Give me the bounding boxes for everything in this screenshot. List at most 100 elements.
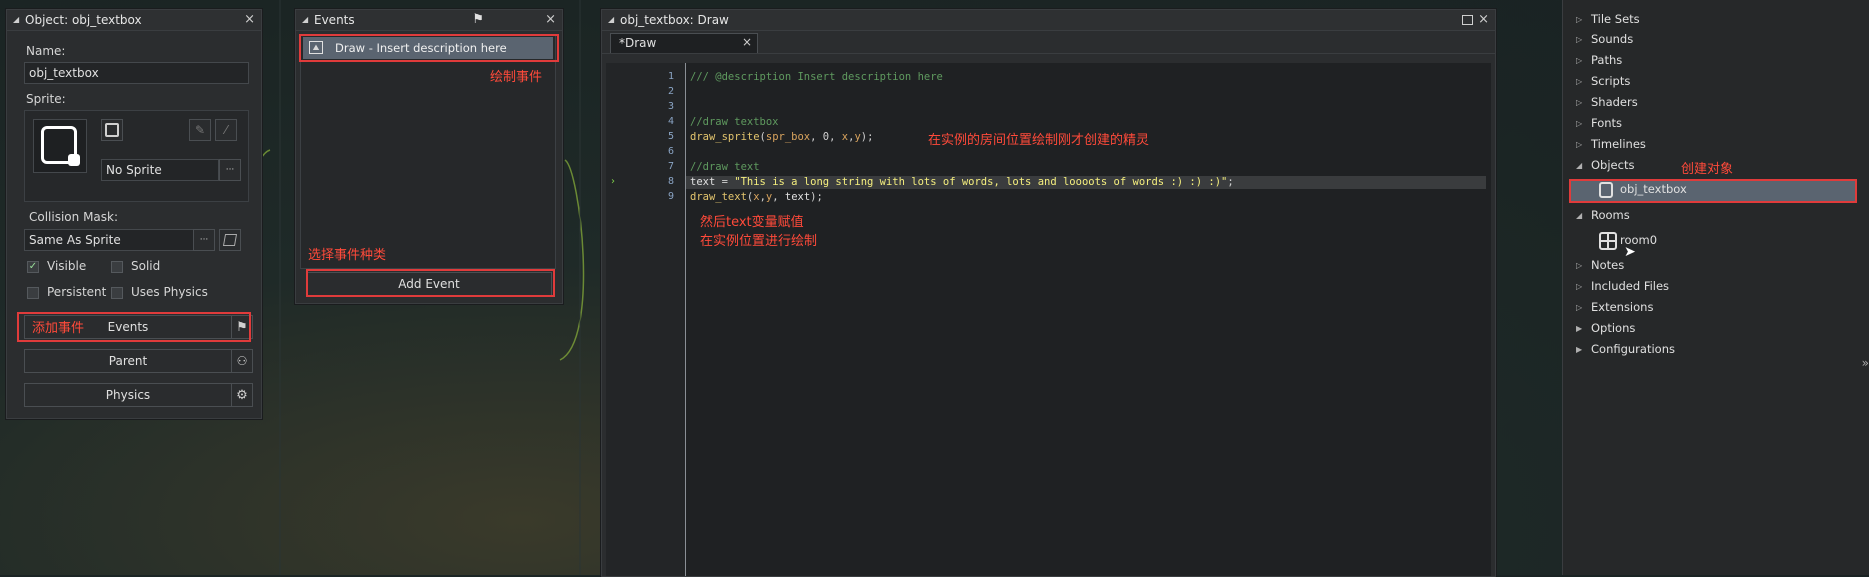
events-flag-title-icon[interactable]: ⚑ (472, 10, 484, 30)
brush-icon[interactable]: ⁄ (215, 119, 237, 141)
tree-expand-icon[interactable]: ◢ (1576, 211, 1582, 220)
line-number: 3 (667, 101, 674, 112)
events-panel-title: Events (314, 13, 355, 27)
code-area[interactable]: › 123456789 /// @description Insert desc… (606, 63, 1491, 576)
tree-expand-icon[interactable]: ▷ (1576, 77, 1582, 86)
code-line[interactable]: //draw text (690, 161, 760, 174)
tree-item-scripts[interactable]: Scripts (1591, 74, 1630, 88)
uses-physics-checkbox[interactable] (111, 287, 123, 299)
collision-edit-icon[interactable] (219, 229, 241, 251)
cursor-icon: ➤ (1624, 244, 1636, 260)
tree-item-sounds[interactable]: Sounds (1591, 32, 1633, 46)
code-token: text (690, 176, 716, 188)
tree-item-fonts[interactable]: Fonts (1591, 116, 1622, 130)
persistent-checkbox[interactable] (27, 287, 39, 299)
draw-event-annotation: 绘制事件 (490, 70, 543, 85)
code-token: , (772, 191, 785, 203)
collision-browse-button[interactable]: ··· (193, 229, 215, 251)
code-token: draw_sprite (690, 131, 760, 143)
parent-button[interactable]: Parent (24, 349, 232, 373)
tree-expand-icon[interactable]: ▶ (1576, 345, 1582, 354)
sprite-group: ✎ ⁄ No Sprite ··· (24, 110, 249, 202)
edit-sprite-icon[interactable]: ✎ (189, 119, 211, 141)
tab-draw-label: *Draw (619, 36, 657, 50)
tree-item-timelines[interactable]: Timelines (1591, 137, 1646, 151)
line-number: 9 (667, 191, 674, 202)
tree-expand-icon[interactable]: ▷ (1576, 15, 1582, 24)
code-token: ); (810, 191, 823, 203)
events-panel-titlebar[interactable]: ◢ Events ⚑ × (296, 10, 562, 31)
uses-physics-label: Uses Physics (131, 285, 208, 299)
visible-label: Visible (47, 259, 87, 273)
line-number: 2 (667, 86, 674, 97)
code-line[interactable]: draw_text(x,y, text); (690, 191, 823, 204)
room-grid-icon (1599, 232, 1617, 250)
code-line[interactable]: text = "This is a long string with lots … (690, 176, 1234, 189)
tree-expand-icon[interactable]: ◢ (1576, 161, 1582, 170)
tab-close-icon[interactable]: × (742, 35, 752, 49)
tab-draw[interactable]: *Draw × (610, 33, 758, 53)
tree-item-objects[interactable]: Objects (1591, 158, 1634, 172)
new-sprite-icon[interactable] (101, 119, 123, 141)
tree-expand-icon[interactable]: ▷ (1576, 282, 1582, 291)
close-icon[interactable]: × (244, 10, 255, 30)
solid-label: Solid (131, 259, 161, 273)
object-panel-title: Object: obj_textbox (25, 13, 142, 27)
sprite-preview[interactable] (33, 119, 87, 173)
parent-tree-icon[interactable]: ⚇ (231, 349, 253, 373)
physics-button-label: Physics (105, 388, 151, 402)
collapse-triangle-icon[interactable]: ◢ (13, 10, 19, 30)
tree-item-options[interactable]: Options (1591, 321, 1635, 335)
sprite-select[interactable]: No Sprite (101, 159, 219, 181)
code-line[interactable]: //draw textbox (690, 116, 779, 129)
tree-item-included-files[interactable]: Included Files (1591, 279, 1669, 293)
physics-gear-icon[interactable]: ⚙ (231, 383, 253, 407)
tree-expand-icon[interactable]: ▷ (1576, 98, 1582, 107)
editor-tab-bar: *Draw × (602, 31, 1495, 54)
tree-expand-icon[interactable]: ▷ (1576, 261, 1582, 270)
events-panel: ◢ Events ⚑ × ⛰ Draw - Insert description… (295, 9, 563, 304)
code-line[interactable]: /// @description Insert description here (690, 71, 943, 84)
line-number: 6 (667, 146, 674, 157)
sprite-label: Sprite: (26, 92, 66, 106)
tree-item-configurations[interactable]: Configurations (1591, 342, 1675, 356)
sprite-browse-button[interactable]: ··· (219, 159, 241, 181)
choose-event-type-annotation: 选择事件种类 (308, 248, 387, 263)
maximize-icon[interactable] (1462, 15, 1473, 25)
resource-tree-panel: ▷ Tile Sets ▷ Sounds ▷ Paths ▷ Scripts ▷ Shaders ▷… (1562, 0, 1869, 575)
add-event-highlight (306, 269, 555, 297)
code-editor-panel: ◢ obj_textbox: Draw × *Draw × › 12345678… (601, 9, 1496, 577)
line-number: 7 (667, 161, 674, 172)
tree-item-shaders[interactable]: Shaders (1591, 95, 1638, 109)
parent-button-label: Parent (108, 354, 148, 368)
name-field[interactable]: obj_textbox (24, 62, 249, 84)
tree-item-extensions[interactable]: Extensions (1591, 300, 1653, 314)
collapse-triangle-icon[interactable]: ◢ (302, 10, 308, 30)
tree-expand-icon[interactable]: ▷ (1576, 303, 1582, 312)
code-line[interactable]: draw_sprite(spr_box, 0, x,y); (690, 131, 873, 144)
solid-checkbox[interactable] (111, 261, 123, 273)
code-token: "This is a long string with lots of word… (734, 176, 1228, 188)
collapse-triangle-icon[interactable]: ◢ (608, 10, 614, 30)
close-icon[interactable]: × (1478, 10, 1489, 30)
close-icon[interactable]: × (545, 10, 556, 30)
collision-mask-select[interactable]: Same As Sprite (24, 229, 194, 251)
editor-titlebar[interactable]: ◢ obj_textbox: Draw × (602, 10, 1495, 31)
line-number: 1 (667, 71, 674, 82)
tree-expand-icon[interactable]: ▷ (1576, 119, 1582, 128)
tree-expand-icon[interactable]: ▷ (1576, 35, 1582, 44)
visible-checkbox[interactable]: ✓ (27, 261, 39, 273)
tree-item-notes[interactable]: Notes (1591, 258, 1624, 272)
tree-item-rooms[interactable]: Rooms (1591, 208, 1630, 222)
tree-item-paths[interactable]: Paths (1591, 53, 1622, 67)
code-token: ); (860, 131, 874, 143)
object-panel-titlebar[interactable]: ◢ Object: obj_textbox × (7, 10, 261, 31)
tree-item-tile-sets[interactable]: Tile Sets (1591, 12, 1640, 26)
code-token: ; (1227, 176, 1234, 188)
tree-expand-icon[interactable]: ▷ (1576, 56, 1582, 65)
tree-expand-icon[interactable]: ▷ (1576, 140, 1582, 149)
tree-expand-icon[interactable]: ▶ (1576, 324, 1582, 333)
side-expand-icon[interactable]: » (1862, 356, 1869, 370)
physics-button[interactable]: Physics (24, 383, 232, 407)
obj-textbox-highlight (1569, 179, 1857, 203)
